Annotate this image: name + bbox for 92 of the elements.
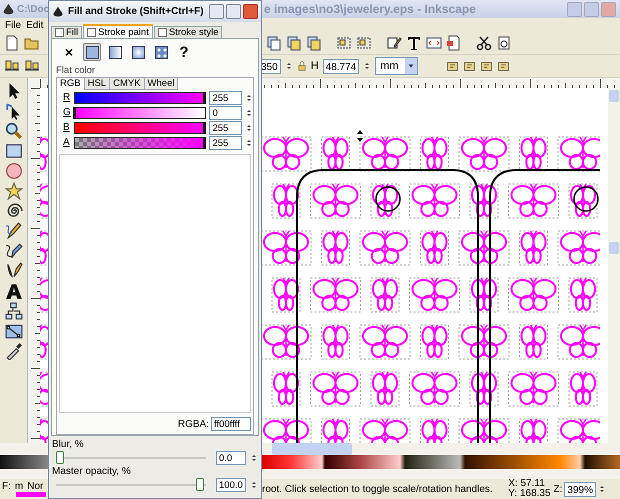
channel-label: A [63, 137, 71, 148]
unset-paint-button[interactable]: ? [175, 43, 193, 61]
no-paint-button[interactable]: × [60, 43, 78, 61]
y-coordinate: Y: 168.35 [508, 489, 551, 499]
node-arrow-icon[interactable] [4, 102, 22, 120]
flat-color-button[interactable] [83, 43, 101, 61]
xml-editor-icon[interactable] [426, 35, 442, 51]
transform-icon[interactable] [462, 60, 476, 72]
unit-dropdown[interactable]: mm [375, 57, 418, 75]
vertical-scrollbar[interactable] [608, 88, 620, 443]
zoom-field[interactable]: 399% [564, 482, 596, 496]
new-page-icon[interactable] [4, 35, 20, 51]
window-title: C:\Doc [17, 4, 50, 14]
slider-label: Blur, % [52, 439, 85, 450]
color-slider[interactable] [74, 92, 206, 104]
star-icon[interactable] [4, 182, 22, 200]
transform-icon[interactable] [496, 60, 510, 72]
dialog-title: Fill and Stroke (Shift+Ctrl+F) [68, 6, 205, 17]
pen-icon[interactable] [4, 242, 22, 260]
window-title: e images\no3\jewelery.eps - Inkscape [264, 2, 477, 16]
pages-icon[interactable] [266, 35, 282, 51]
fill-label: F: [2, 481, 11, 492]
slider-marker[interactable] [203, 136, 206, 148]
scissors-icon[interactable] [476, 35, 492, 51]
transform-icon[interactable] [446, 60, 459, 72]
pencil-icon[interactable] [386, 35, 402, 51]
paint-mode-label: Flat color [55, 65, 96, 76]
transform-icon[interactable] [480, 60, 493, 72]
value-field[interactable]: 100.0 [216, 478, 246, 492]
height-label: H [310, 60, 319, 72]
dialog-tab[interactable]: Stroke paint [83, 24, 153, 38]
zoom-icon[interactable] [4, 122, 22, 140]
dialog-tab[interactable]: Fill [51, 26, 82, 38]
channel-label: G [63, 107, 71, 118]
inkscape-logo-icon [2, 2, 15, 16]
slider-thumb[interactable] [56, 451, 64, 464]
inkscape-logo-icon [52, 6, 64, 18]
pencil-icon[interactable] [4, 222, 22, 240]
fill-swatch [16, 492, 46, 497]
slider-marker[interactable] [72, 106, 76, 118]
spiral-icon[interactable] [4, 202, 22, 220]
menu-item[interactable]: File [5, 20, 22, 30]
maximize-button[interactable] [226, 4, 241, 19]
slider-thumb[interactable] [196, 478, 204, 491]
lock-icon[interactable] [296, 60, 307, 72]
dropper-icon[interactable] [4, 342, 22, 360]
fill-value: m [14, 481, 24, 492]
radial-gradient-button[interactable] [129, 43, 147, 61]
pages-icon[interactable] [286, 35, 302, 51]
height-field[interactable]: 48.774 [322, 58, 360, 74]
circle-icon[interactable] [4, 162, 22, 180]
channel-value-field[interactable]: 0 [209, 106, 242, 120]
linear-gradient-button[interactable] [106, 43, 124, 61]
text-tool-icon[interactable] [406, 35, 422, 51]
rgba-label: RGBA: [178, 418, 209, 430]
slider-marker[interactable] [203, 92, 206, 104]
color-slider[interactable] [74, 122, 206, 134]
slider-marker[interactable] [203, 122, 206, 134]
channel-label: R [63, 92, 71, 103]
channel-value-field[interactable]: 255 [209, 90, 242, 104]
document-icon[interactable] [496, 35, 512, 51]
rgba-field[interactable]: ff00ffff [211, 417, 251, 431]
color-palette-drawing[interactable] [262, 455, 620, 469]
zoom-label: Z: [554, 484, 562, 494]
pattern-button[interactable] [152, 43, 170, 61]
color-mode-tab[interactable]: Wheel [144, 78, 178, 90]
color-palette-drawing[interactable] [0, 455, 48, 469]
menu-item[interactable]: Edit [26, 20, 44, 30]
slider-label: Master opacity, % [52, 466, 132, 477]
color-slider[interactable] [74, 136, 206, 148]
rectangle-icon[interactable] [4, 142, 22, 160]
dialog-tab[interactable]: Stroke style [154, 26, 222, 38]
caret-icon [406, 62, 415, 70]
channel-label: B [63, 122, 71, 133]
text-tool-icon[interactable] [4, 282, 22, 300]
connector-icon[interactable] [4, 302, 22, 320]
calligraphy-icon[interactable] [4, 262, 22, 280]
blend-mode: Nor [27, 481, 44, 492]
color-slider[interactable] [74, 106, 206, 118]
pages-icon[interactable] [306, 35, 322, 51]
minimize-button[interactable] [209, 4, 224, 19]
gradient-icon[interactable] [4, 322, 22, 340]
x-coordinate: X: 57.11 [508, 479, 546, 489]
color-mode-tab[interactable]: CMYK [110, 78, 145, 90]
color-mode-tab[interactable]: HSL [84, 78, 110, 90]
group-icon[interactable] [356, 35, 372, 51]
channel-value-field[interactable]: 255 [209, 136, 242, 150]
document-icon[interactable] [446, 35, 462, 51]
channel-value-field[interactable]: 255 [209, 120, 242, 134]
status-message: root. Click selection to toggle scale/rotation handles. [262, 484, 494, 494]
group-icon[interactable] [336, 35, 352, 51]
value-field[interactable]: 0.0 [216, 451, 246, 465]
